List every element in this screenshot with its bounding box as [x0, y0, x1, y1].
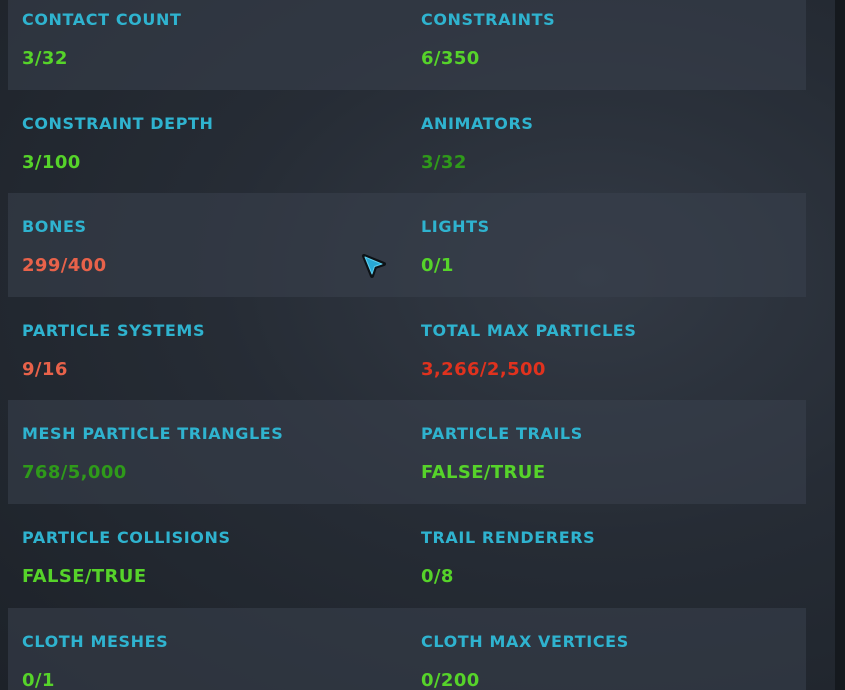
stat-label: MESH PARTICLE TRIANGLES — [22, 424, 284, 444]
stat-label: CONTACT COUNT — [22, 10, 182, 29]
stats-row: PARTICLE SYSTEMS 9/16 TOTAL MAX PARTICLE… — [8, 297, 806, 401]
stat-label: ANIMATORS — [421, 113, 534, 133]
stat-label: CLOTH MAX VERTICES — [421, 631, 629, 651]
stat-value: 6/350 — [421, 48, 480, 69]
scrollbar[interactable] — [835, 0, 845, 690]
stat-value: 0/1 — [22, 669, 55, 690]
stat-value: 299/400 — [22, 255, 107, 277]
stat-value: 3/32 — [421, 151, 467, 173]
stat-total-max-particles: TOTAL MAX PARTICLES 3,266/2,500 — [407, 297, 806, 401]
stat-label: LIGHTS — [421, 217, 490, 237]
stat-label: PARTICLE COLLISIONS — [22, 527, 231, 547]
stats-row: BONES 299/400 LIGHTS 0/1 — [8, 193, 806, 297]
stat-contact-count: CONTACT COUNT 3/32 — [8, 0, 407, 90]
stats-row: CONTACT COUNT 3/32 CONSTRAINTS 6/350 — [8, 0, 806, 90]
stat-value: 0/1 — [421, 255, 454, 277]
stat-value: 3/100 — [22, 151, 81, 173]
stat-animators: ANIMATORS 3/32 — [407, 90, 806, 194]
stat-label: PARTICLE SYSTEMS — [22, 320, 206, 340]
stat-particle-collisions: PARTICLE COLLISIONS FALSE/TRUE — [8, 504, 407, 608]
stat-mesh-particle-triangles: MESH PARTICLE TRIANGLES 768/5,000 — [8, 400, 407, 504]
stat-cloth-max-vertices: CLOTH MAX VERTICES 0/200 — [407, 608, 806, 690]
stat-bones: BONES 299/400 — [8, 193, 407, 297]
stat-label: CLOTH MESHES — [22, 631, 169, 651]
stat-label: BONES — [22, 217, 87, 237]
stats-row: CONSTRAINT DEPTH 3/100 ANIMATORS 3/32 — [8, 90, 806, 194]
stat-label: PARTICLE TRAILS — [421, 424, 583, 444]
stat-value: 0/8 — [421, 565, 454, 587]
stats-row: PARTICLE COLLISIONS FALSE/TRUE TRAIL REN… — [8, 504, 806, 608]
stat-label: CONSTRAINTS — [421, 10, 556, 29]
stat-value: FALSE/TRUE — [22, 565, 147, 587]
stat-trail-renderers: TRAIL RENDERERS 0/8 — [407, 504, 806, 608]
stat-constraints: CONSTRAINTS 6/350 — [407, 0, 806, 90]
stat-label: TOTAL MAX PARTICLES — [421, 320, 637, 340]
stat-value: 3,266/2,500 — [421, 358, 546, 380]
stat-particle-trails: PARTICLE TRAILS FALSE/TRUE — [407, 400, 806, 504]
stat-label: TRAIL RENDERERS — [421, 527, 596, 547]
stats-row: CLOTH MESHES 0/1 CLOTH MAX VERTICES 0/20… — [8, 607, 806, 690]
stat-label: CONSTRAINT DEPTH — [22, 113, 214, 133]
stat-value: 3/32 — [22, 48, 68, 69]
stat-cloth-meshes: CLOTH MESHES 0/1 — [8, 608, 407, 690]
stat-lights: LIGHTS 0/1 — [407, 193, 806, 297]
stat-particle-systems: PARTICLE SYSTEMS 9/16 — [8, 297, 407, 401]
stat-value: FALSE/TRUE — [421, 462, 546, 484]
stat-value: 768/5,000 — [22, 462, 127, 484]
stat-value: 9/16 — [22, 358, 68, 380]
stat-constraint-depth: CONSTRAINT DEPTH 3/100 — [8, 90, 407, 194]
performance-stats-panel: CONTACT COUNT 3/32 CONSTRAINTS 6/350 CON… — [8, 0, 806, 690]
stat-value: 0/200 — [421, 669, 480, 690]
stats-row: MESH PARTICLE TRIANGLES 768/5,000 PARTIC… — [8, 400, 806, 504]
pointer-arrow-icon — [362, 254, 386, 278]
